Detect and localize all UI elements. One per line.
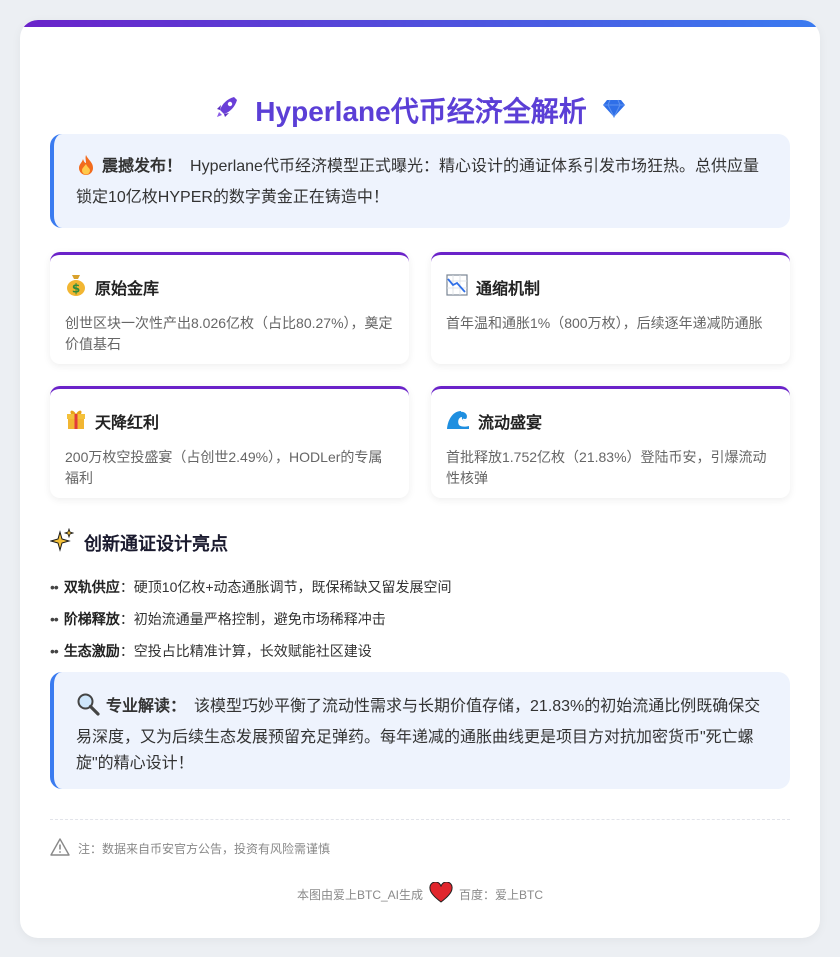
magnifier-icon bbox=[76, 692, 100, 725]
section-title: 创新通证设计亮点 bbox=[84, 533, 228, 554]
stat-name: 天降红利 bbox=[95, 415, 160, 432]
disclaimer-text: 注：数据来自币安官方公告，投资有风险需谨慎 bbox=[78, 842, 331, 856]
bullet-key: 双轨供应 bbox=[63, 579, 120, 595]
bullet-key: 阶梯释放 bbox=[63, 611, 120, 627]
stat-name: 原始金库 bbox=[95, 281, 160, 298]
list-item: •• 阶梯释放 ：初始流通量严格控制，避免市场稀释冲击 bbox=[50, 608, 386, 630]
chart-decreasing-icon bbox=[446, 273, 468, 301]
svg-text:$: $ bbox=[72, 281, 80, 295]
money-bag-icon: $ bbox=[65, 273, 87, 302]
bullet-text: ：硬顶10亿枚+动态通胀调节，既保稀缺又留发展空间 bbox=[119, 579, 452, 595]
footer: 本图由爱上BTC_AI生成 百度：爱上BTC bbox=[20, 881, 820, 907]
main-card: Hyperlane代币经济全解析 震撼发布！ Hyperlane代币经济模型正式曝… bbox=[20, 20, 820, 938]
stat-desc: 首批释放1.752亿枚（21.83%）登陆币安，引爆流动性核弹 bbox=[446, 449, 767, 486]
sparkles-icon bbox=[49, 527, 75, 557]
bullet-dot-icon: •• bbox=[50, 579, 59, 595]
analysis-lead: 专业解读： bbox=[106, 698, 187, 715]
stat-card-deflation: 通缩机制 首年温和通胀1%（800万枚），后续逐年递减防通胀 bbox=[431, 252, 790, 364]
stat-name: 通缩机制 bbox=[476, 281, 541, 298]
disclaimer: 注：数据来自币安官方公告，投资有风险需谨慎 bbox=[50, 838, 330, 859]
diamond-icon bbox=[602, 94, 626, 126]
stat-card-treasury: $ 原始金库 创世区块一次性产出8.026亿枚（占比80.27%），奠定价值基石 bbox=[50, 252, 409, 364]
heart-icon bbox=[429, 881, 453, 907]
page-title: Hyperlane代币经济全解析 bbox=[20, 90, 820, 130]
list-item: •• 生态激励 ：空投占比精准计算，长效赋能社区建设 bbox=[50, 640, 372, 662]
title-text: Hyperlane代币经济全解析 bbox=[255, 96, 587, 127]
stat-desc: 首年温和通胀1%（800万枚），后续逐年递减防通胀 bbox=[446, 315, 763, 331]
bullet-key: 生态激励 bbox=[63, 643, 120, 659]
announcement-lead: 震撼发布！ bbox=[102, 158, 183, 175]
gift-icon bbox=[65, 408, 87, 435]
rocket-icon bbox=[214, 94, 240, 127]
footer-credit: 本图由爱上BTC_AI生成 bbox=[296, 888, 423, 902]
bullet-text: ：空投占比精准计算，长效赋能社区建设 bbox=[119, 643, 372, 659]
stat-card-airdrop: 天降红利 200万枚空投盛宴（占创世2.49%），HODLer的专属福利 bbox=[50, 386, 409, 498]
footer-baidu: 百度：爱上BTC bbox=[459, 888, 544, 902]
wave-icon bbox=[446, 408, 470, 435]
analysis-box: 专业解读： 该模型巧妙平衡了流动性需求与长期价值存储，21.83%的初始流通比例既… bbox=[50, 672, 790, 789]
top-gradient-bar bbox=[20, 20, 820, 27]
stat-desc: 创世区块一次性产出8.026亿枚（占比80.27%），奠定价值基石 bbox=[65, 315, 393, 352]
warning-icon bbox=[50, 838, 70, 859]
stat-card-liquidity: 流动盛宴 首批释放1.752亿枚（21.83%）登陆币安，引爆流动性核弹 bbox=[431, 386, 790, 498]
section-header: 创新通证设计亮点 bbox=[49, 527, 228, 557]
bullet-dot-icon: •• bbox=[50, 611, 59, 627]
stat-name: 流动盛宴 bbox=[478, 415, 543, 432]
announcement-box: 震撼发布！ Hyperlane代币经济模型正式曝光：精心设计的通证体系引发市场狂热… bbox=[50, 134, 790, 228]
divider bbox=[50, 819, 790, 820]
list-item: •• 双轨供应 ：硬顶10亿枚+动态通胀调节，既保稀缺又留发展空间 bbox=[50, 576, 452, 598]
stat-desc: 200万枚空投盛宴（占创世2.49%），HODLer的专属福利 bbox=[65, 449, 383, 486]
bullet-dot-icon: •• bbox=[50, 643, 59, 659]
bullet-text: ：初始流通量严格控制，避免市场稀释冲击 bbox=[119, 611, 386, 627]
fire-icon bbox=[76, 154, 96, 185]
